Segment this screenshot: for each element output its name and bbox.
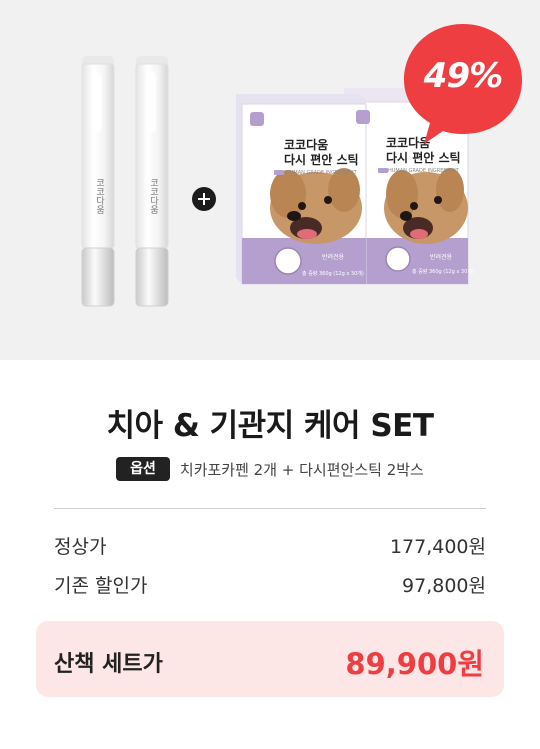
box-front-subtitle: HUMAN GRADE INGREDIENT — [286, 170, 357, 176]
regular-price-value: 177,400원 — [389, 536, 486, 558]
discount-badge-text: 49% — [423, 56, 503, 96]
set-price-value: 89,900원 — [345, 647, 484, 681]
plus-icon — [192, 187, 216, 211]
regular-price-label: 정상가 — [54, 536, 107, 558]
product-image: 코코다움 코코다움 코코다움 다시 편안 스틱 HUMAN GRADE INGR… — [0, 0, 540, 360]
pen-2-brand-label: 코코다움 — [148, 178, 158, 214]
set-price-label: 산책 세트가 — [54, 652, 163, 677]
box-front-footer: 총 중량 360g (12g x 30개) — [302, 271, 364, 277]
set-price-box: 산책 세트가 89,900원 — [36, 621, 504, 697]
pen-1-brand-label: 코코다움 — [94, 178, 104, 214]
box-back-title-line2: 다시 편안 스틱 — [386, 151, 461, 165]
box-back-footer: 총 중량 360g (12g x 30개) — [412, 269, 474, 275]
product-title: 치아 & 기관지 케어 SET — [106, 408, 435, 444]
option-value: 치카포카펜 2개 + 다시편안스틱 2박스 — [179, 460, 424, 479]
option-row: 옵션 치카포카펜 2개 + 다시편안스틱 2박스 — [0, 457, 540, 481]
box-front-title-line1: 코코다움 — [284, 138, 329, 152]
existing-discount-label: 기존 할인가 — [54, 575, 148, 597]
box-back-note: 반려견용 — [430, 254, 453, 261]
box-front-title: 코코다움 다시 편안 스틱 — [284, 138, 359, 168]
box-front-note: 반려견용 — [322, 254, 345, 261]
divider — [54, 508, 486, 509]
option-label: 옵션 — [116, 457, 170, 481]
box-back-subtitle: HUMAN GRADE INGREDIENT — [388, 168, 459, 174]
box-front-title-line2: 다시 편안 스틱 — [284, 153, 359, 167]
existing-discount-value: 97,800원 — [402, 575, 486, 597]
product-card: 코코다움 코코다움 코코다움 다시 편안 스틱 HUMAN GRADE INGR… — [0, 0, 540, 749]
